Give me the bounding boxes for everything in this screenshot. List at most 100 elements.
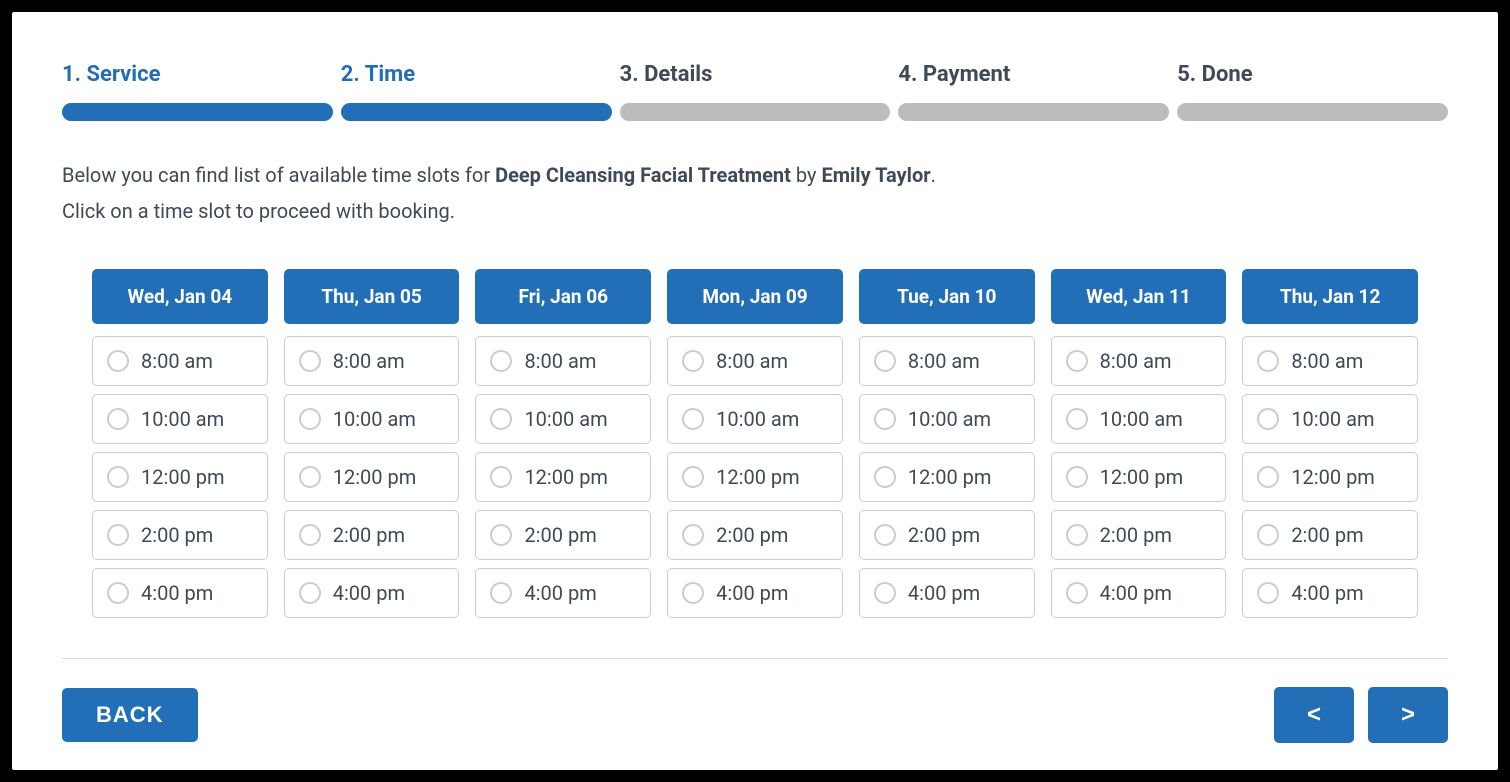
day-header: Fri, Jan 06 [475, 269, 651, 324]
time-slot-label: 12:00 pm [716, 465, 800, 489]
time-slot[interactable]: 2:00 pm [475, 510, 651, 560]
day-column: Fri, Jan 06 8:00 am 10:00 am 12:00 pm 2:00 p… [475, 269, 651, 626]
time-slot[interactable]: 8:00 am [1051, 336, 1227, 386]
instruction-by: by [791, 163, 822, 187]
time-slot[interactable]: 4:00 pm [859, 568, 1035, 618]
time-slot-label: 10:00 am [716, 407, 799, 431]
radio-icon [490, 466, 512, 488]
time-slot[interactable]: 4:00 pm [284, 568, 460, 618]
time-slot[interactable]: 2:00 pm [859, 510, 1035, 560]
step-bar [898, 103, 1169, 121]
step-label: 5. Done [1177, 62, 1448, 87]
time-slot[interactable]: 12:00 pm [1242, 452, 1418, 502]
time-slot[interactable]: 12:00 pm [284, 452, 460, 502]
time-slot-label: 10:00 am [524, 407, 607, 431]
radio-icon [107, 466, 129, 488]
time-slot[interactable]: 10:00 am [1242, 394, 1418, 444]
time-slot[interactable]: 12:00 pm [92, 452, 268, 502]
time-slot[interactable]: 2:00 pm [92, 510, 268, 560]
day-header: Tue, Jan 10 [859, 269, 1035, 324]
service-name: Deep Cleansing Facial Treatment [495, 163, 791, 187]
time-slot[interactable]: 10:00 am [1051, 394, 1227, 444]
time-slot[interactable]: 2:00 pm [1051, 510, 1227, 560]
time-slot[interactable]: 8:00 am [859, 336, 1035, 386]
time-slot[interactable]: 2:00 pm [284, 510, 460, 560]
time-slot-label: 2:00 pm [333, 523, 405, 547]
time-slot[interactable]: 10:00 am [667, 394, 843, 444]
time-slot-label: 10:00 am [1291, 407, 1374, 431]
time-slot-label: 2:00 pm [1100, 523, 1172, 547]
time-slot-label: 10:00 am [1100, 407, 1183, 431]
time-slot[interactable]: 10:00 am [92, 394, 268, 444]
time-slot[interactable]: 8:00 am [667, 336, 843, 386]
day-column: Tue, Jan 10 8:00 am 10:00 am 12:00 pm 2:00 p… [859, 269, 1035, 626]
time-slot-label: 2:00 pm [716, 523, 788, 547]
instruction-text: Below you can find list of available tim… [62, 157, 1448, 229]
step-details[interactable]: 3. Details [620, 62, 891, 121]
time-slot-label: 2:00 pm [524, 523, 596, 547]
radio-icon [1257, 582, 1279, 604]
time-slot[interactable]: 12:00 pm [475, 452, 651, 502]
time-slot[interactable]: 4:00 pm [475, 568, 651, 618]
time-slot-label: 4:00 pm [524, 581, 596, 605]
time-slot-label: 4:00 pm [716, 581, 788, 605]
time-slot-label: 4:00 pm [1100, 581, 1172, 605]
radio-icon [1066, 408, 1088, 430]
next-week-button[interactable]: > [1368, 687, 1448, 743]
time-slot[interactable]: 12:00 pm [1051, 452, 1227, 502]
time-slot[interactable]: 4:00 pm [667, 568, 843, 618]
step-done[interactable]: 5. Done [1177, 62, 1448, 121]
radio-icon [874, 466, 896, 488]
time-slot[interactable]: 8:00 am [284, 336, 460, 386]
time-slot[interactable]: 2:00 pm [667, 510, 843, 560]
time-slot[interactable]: 8:00 am [1242, 336, 1418, 386]
time-slot-label: 10:00 am [333, 407, 416, 431]
step-bar [341, 103, 612, 121]
time-slot-label: 2:00 pm [908, 523, 980, 547]
radio-icon [1257, 350, 1279, 372]
radio-icon [490, 582, 512, 604]
step-payment[interactable]: 4. Payment [898, 62, 1169, 121]
step-label: 1. Service [62, 62, 333, 87]
time-slot[interactable]: 10:00 am [284, 394, 460, 444]
instruction-suffix: . [931, 163, 936, 187]
time-slot[interactable]: 4:00 pm [1051, 568, 1227, 618]
radio-icon [299, 408, 321, 430]
time-slot[interactable]: 8:00 am [475, 336, 651, 386]
time-slot[interactable]: 10:00 am [859, 394, 1035, 444]
radio-icon [299, 350, 321, 372]
radio-icon [490, 350, 512, 372]
time-slot-label: 8:00 am [908, 349, 980, 373]
time-slot[interactable]: 4:00 pm [1242, 568, 1418, 618]
day-column: Thu, Jan 128:00 am10:00 am12:00 pm2:00 p… [1242, 269, 1418, 626]
instruction-prefix: Below you can find list of available tim… [62, 163, 495, 187]
time-slot[interactable]: 12:00 pm [859, 452, 1035, 502]
step-time[interactable]: 2. Time [341, 62, 612, 121]
step-service[interactable]: 1. Service [62, 62, 333, 121]
time-slot-label: 12:00 pm [333, 465, 417, 489]
prev-week-button[interactable]: < [1274, 687, 1354, 743]
back-button[interactable]: BACK [62, 688, 198, 742]
day-column: Mon, Jan 098:00 am10:00 am12:00 pm2:00 p… [667, 269, 843, 626]
radio-icon [682, 350, 704, 372]
step-bar [62, 103, 333, 121]
progress-steps: 1. Service 2. Time3. Details4. Payment 5. … [62, 62, 1448, 121]
step-bar [620, 103, 891, 121]
time-slot-label: 8:00 am [1100, 349, 1172, 373]
time-slot[interactable]: 8:00 am [92, 336, 268, 386]
time-slot-label: 2:00 pm [1291, 523, 1363, 547]
radio-icon [874, 582, 896, 604]
radio-icon [682, 466, 704, 488]
step-bar [1177, 103, 1448, 121]
time-slot[interactable]: 4:00 pm [92, 568, 268, 618]
day-column: Thu, Jan 058:00 am10:00 am12:00 pm2:00 p… [284, 269, 460, 626]
staff-name: Emily Taylor [821, 163, 930, 187]
time-slot[interactable]: 2:00 pm [1242, 510, 1418, 560]
time-slot[interactable]: 12:00 pm [667, 452, 843, 502]
radio-icon [299, 524, 321, 546]
booking-window: 1. Service 2. Time3. Details4. Payment 5. … [12, 12, 1498, 770]
time-slot-label: 12:00 pm [141, 465, 225, 489]
time-slot-label: 4:00 pm [141, 581, 213, 605]
time-slot-label: 2:00 pm [141, 523, 213, 547]
time-slot[interactable]: 10:00 am [475, 394, 651, 444]
